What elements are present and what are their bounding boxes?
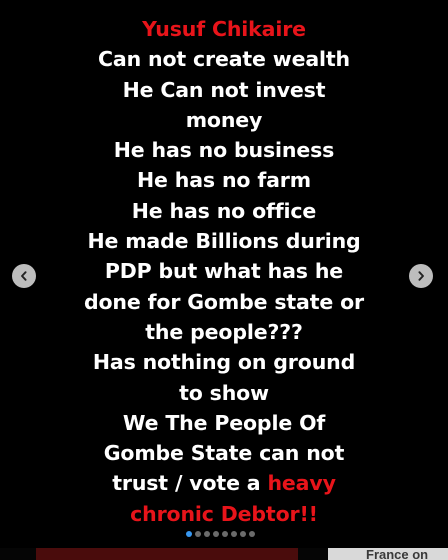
message-line: We The People Of — [122, 410, 326, 435]
message-line: Gombe State can not — [103, 441, 345, 466]
message-line: money — [185, 107, 263, 132]
message-line: done for Gombe state or — [83, 289, 365, 314]
carousel-dot — [231, 531, 237, 537]
carousel-dot — [195, 531, 201, 537]
instagram-post-frame: Yusuf Chikaire Can not create wealth He … — [0, 0, 448, 560]
preview-thumbnail-left — [36, 548, 298, 560]
carousel-dot-active — [186, 531, 192, 537]
chevron-right-icon — [418, 271, 424, 281]
carousel-dot — [222, 531, 228, 537]
message-line-closing: chronic Debtor!! — [130, 501, 318, 526]
message-line: to show — [179, 380, 269, 405]
carousel-dot — [204, 531, 210, 537]
chevron-left-icon — [21, 271, 27, 281]
message-line: He has no farm — [137, 168, 311, 193]
next-post-preview: France on — [0, 548, 448, 560]
carousel-next-button[interactable] — [409, 264, 433, 288]
post-message: Yusuf Chikaire Can not create wealth He … — [40, 14, 408, 529]
message-line: He has no business — [113, 138, 335, 163]
message-line-title: Yusuf Chikaire — [142, 17, 306, 41]
message-line: PDP but what has he — [104, 259, 344, 284]
message-segment-red: heavy — [267, 471, 336, 496]
message-line: Can not create wealth — [97, 47, 350, 72]
message-line: He Can not invest — [122, 77, 326, 102]
carousel-prev-button[interactable] — [12, 264, 36, 288]
carousel-dot — [213, 531, 219, 537]
message-segment-white: trust / vote a — [112, 471, 268, 496]
message-line-mixed: trust / vote a heavy — [40, 468, 408, 498]
message-line: He has no office — [131, 198, 317, 223]
message-line: Has nothing on ground — [92, 350, 356, 375]
preview-caption: France on — [366, 548, 429, 560]
post-image: Yusuf Chikaire Can not create wealth He … — [0, 0, 448, 548]
message-line: the people??? — [145, 319, 303, 344]
carousel-dot — [249, 531, 255, 537]
message-line: He made Billions during — [87, 229, 361, 254]
carousel-indicator — [186, 531, 255, 537]
carousel-dot — [240, 531, 246, 537]
